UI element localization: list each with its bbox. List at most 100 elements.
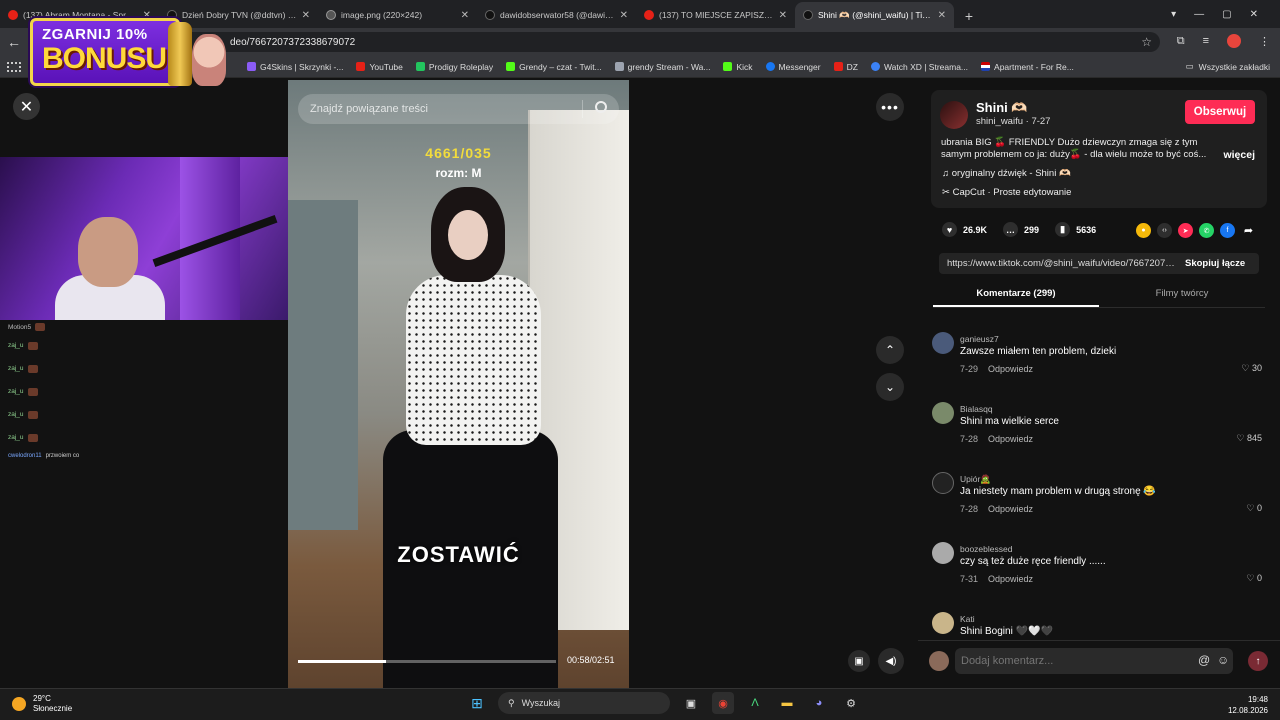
author-handle[interactable]: shini_waifu · 7-27	[976, 116, 1050, 127]
video-progress-bar[interactable]	[298, 660, 556, 663]
maximize-icon[interactable]: ▢	[1222, 9, 1231, 20]
search-icon[interactable]	[595, 101, 607, 113]
author-avatar[interactable]	[940, 101, 968, 129]
back-arrow-icon[interactable]: ←	[0, 34, 28, 50]
facebook-icon[interactable]: f	[1220, 223, 1235, 238]
comment-like[interactable]: ♡ 30	[1241, 363, 1262, 374]
comment-user[interactable]: ganieusz7	[960, 334, 999, 344]
comment-like[interactable]: ♡ 845	[1236, 433, 1262, 444]
task-view-icon[interactable]: ▣	[680, 692, 702, 714]
more-link[interactable]: więcej	[1223, 149, 1255, 161]
send-comment-button[interactable]: ↑	[1248, 651, 1268, 671]
watchxd-icon	[870, 62, 880, 71]
comment-user[interactable]: Bialasqq	[960, 404, 993, 414]
minimize-icon[interactable]: —	[1194, 9, 1204, 20]
bookmark-item[interactable]: G4Skins | Skrzynki -...	[247, 62, 343, 72]
author-name[interactable]: Shini 🫶🏻	[976, 100, 1028, 116]
reply-link[interactable]: Odpowiedz	[988, 434, 1033, 444]
copy-link-button[interactable]: Skopiuj łącze	[1177, 258, 1245, 269]
tab-comments[interactable]: Komentarze (299)	[933, 280, 1099, 307]
windows-start-icon[interactable]: ⊞	[466, 692, 488, 714]
comment-user[interactable]: Upiór🧟	[960, 474, 991, 485]
tab-creator-videos[interactable]: Filmy twórcy	[1099, 280, 1265, 307]
close-tab-icon[interactable]: ✕	[779, 10, 787, 21]
more-options-button[interactable]: •••	[876, 93, 904, 121]
menu-kebab-icon[interactable]: ⋮	[1259, 35, 1270, 48]
mention-icon[interactable]: @	[1198, 653, 1210, 667]
bookmark-item[interactable]: Messenger	[765, 62, 821, 72]
browser-tab[interactable]: dawidobserwator58 (@dawidob... ✕	[477, 2, 636, 28]
share-arrow-icon[interactable]: ➦	[1241, 223, 1256, 238]
coin-icon[interactable]: ●	[1136, 223, 1151, 238]
related-search-input[interactable]: Znajdź powiązane treści	[298, 94, 619, 124]
close-tab-icon[interactable]: ✕	[620, 10, 628, 21]
comment-input[interactable]	[955, 648, 1233, 674]
reply-link[interactable]: Odpowiedz	[988, 364, 1033, 374]
save-button[interactable]: ▮ 5636	[1055, 222, 1096, 237]
close-video-button[interactable]: ✕	[13, 93, 40, 120]
video-player[interactable]: Znajdź powiązane treści 4661/035 rozm: M…	[288, 80, 629, 688]
comment-like[interactable]: ♡ 0	[1246, 573, 1262, 584]
commenter-avatar[interactable]	[932, 472, 954, 494]
bookmark-star-icon[interactable]: ☆	[1141, 35, 1152, 49]
commenter-avatar[interactable]	[932, 542, 954, 564]
close-tab-icon[interactable]: ✕	[302, 10, 310, 21]
comment-user[interactable]: Kati	[960, 614, 975, 624]
url-bar[interactable]: deo/7667207372338679072 ☆	[70, 32, 1160, 52]
bookmark-item[interactable]: YouTube	[356, 62, 403, 72]
browser-tab[interactable]: image.png (220×242) ✕	[318, 2, 477, 28]
chat-line: zaj_u	[8, 426, 128, 449]
send-icon[interactable]: ➤	[1178, 223, 1193, 238]
emote-icon	[27, 364, 38, 373]
browser-tab[interactable]: (137) TO MIEJSCE ZAPISZE SIĘ W...✕	[636, 2, 795, 28]
comment-button[interactable]: … 299	[1003, 222, 1039, 237]
comment-text: Shini Bogini 🖤🤍🖤	[960, 626, 1053, 637]
bookmark-item[interactable]: Kick	[723, 62, 753, 72]
comment-user[interactable]: boozeblessed	[960, 544, 1012, 554]
taskbar-search[interactable]: ⚲ Wyszukaj	[498, 692, 670, 714]
chat-line: zaj_u	[8, 357, 128, 380]
discord-icon[interactable]: ◕	[808, 692, 830, 714]
bookmark-item[interactable]: Apartment - For Re...	[981, 62, 1074, 72]
close-tab-icon[interactable]: ✕	[938, 10, 946, 21]
system-clock[interactable]: 19:48 12.08.2026	[1228, 694, 1268, 716]
bookmark-item[interactable]: grendy Stream - Wa...	[614, 62, 710, 72]
volume-button[interactable]: ◀)	[878, 648, 904, 674]
previous-video-button[interactable]: ⌃	[876, 336, 904, 364]
follow-button[interactable]: Obserwuj	[1185, 100, 1255, 124]
emoji-icon[interactable]: ☺	[1217, 653, 1229, 667]
close-window-icon[interactable]: ✕	[1250, 9, 1258, 20]
file-explorer-icon[interactable]: ▬	[776, 692, 798, 714]
bookmark-item[interactable]: Watch XD | Streama...	[870, 62, 968, 72]
all-bookmarks[interactable]: ▭ Wszystkie zakładki	[1186, 61, 1270, 72]
whatsapp-icon[interactable]: ✆	[1199, 223, 1214, 238]
browser-tab-active[interactable]: Shini 🫶🏻 (@shini_waifu) | TikT... ✕	[795, 2, 954, 28]
steam-icon[interactable]: ⚙	[840, 692, 862, 714]
commenter-avatar[interactable]	[932, 402, 954, 424]
close-tab-icon[interactable]: ✕	[461, 10, 469, 21]
next-video-button[interactable]: ⌄	[876, 373, 904, 401]
picture-in-picture-button[interactable]: ▣	[848, 650, 870, 672]
terminal-app-icon[interactable]: Ʌ	[744, 692, 766, 714]
media-icon[interactable]: ≡	[1203, 35, 1209, 47]
tab-search-icon[interactable]: ▾	[1171, 9, 1176, 20]
reply-link[interactable]: Odpowiedz	[988, 504, 1033, 514]
weather-widget[interactable]: 29°C Słonecznie	[12, 694, 72, 714]
music-row[interactable]: ♫ oryginalny dźwięk - Shini 🫶🏻	[942, 168, 1071, 179]
bookmark-item[interactable]: Grendy – czat - Twit...	[506, 62, 602, 72]
video-link[interactable]: https://www.tiktok.com/@shini_waifu/vide…	[939, 258, 1177, 269]
profile-avatar[interactable]	[1227, 34, 1241, 48]
bookmark-item[interactable]: Prodigy Roleplay	[415, 62, 493, 72]
like-button[interactable]: ♥ 26.9K	[942, 222, 987, 237]
embed-icon[interactable]: ‹›	[1157, 223, 1172, 238]
commenter-avatar[interactable]	[932, 332, 954, 354]
chrome-icon[interactable]: ◉	[712, 692, 734, 714]
comment-like[interactable]: ♡ 0	[1246, 503, 1262, 514]
bookmark-item[interactable]: DZ	[833, 62, 858, 72]
reply-link[interactable]: Odpowiedz	[988, 574, 1033, 584]
commenter-avatar[interactable]	[932, 612, 954, 634]
apps-grid-icon[interactable]	[7, 61, 21, 72]
capcut-row[interactable]: ✂ CapCut · Proste edytowanie	[942, 187, 1071, 198]
extensions-icon[interactable]: ⧉	[1177, 35, 1185, 48]
new-tab-button[interactable]: +	[958, 8, 980, 24]
